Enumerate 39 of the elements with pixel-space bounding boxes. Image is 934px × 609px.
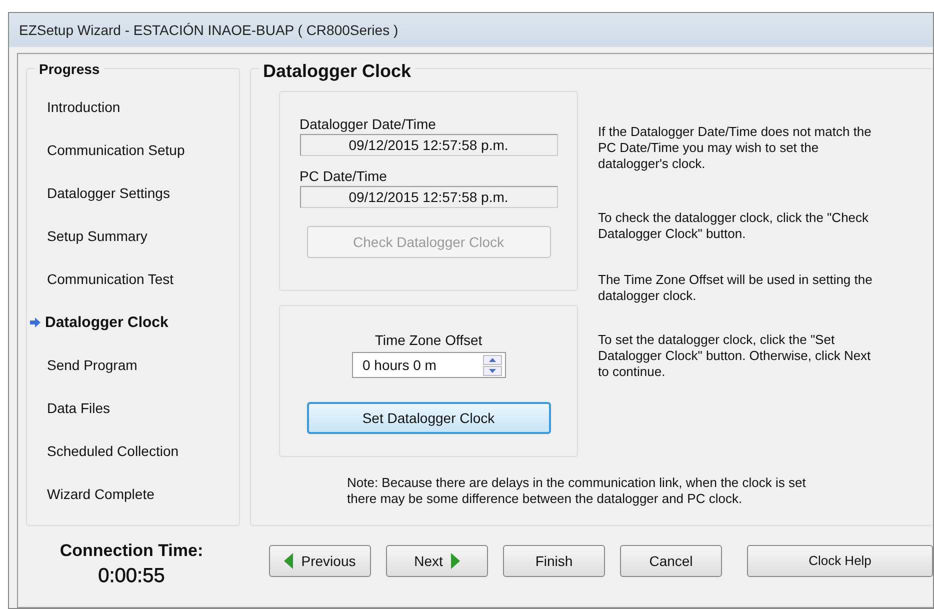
field-label: Datalogger Date/Time [300, 116, 437, 132]
progress-step[interactable]: Data Files [27, 400, 239, 443]
help-text: The Time Zone Offset will be used in setting the datalogger clock. [598, 272, 874, 304]
spin-up-button[interactable] [482, 354, 502, 364]
help-text: To set the datalogger clock, click the "Set Datalogger Clock" button. Otherwise, click Next to continue. [598, 332, 872, 380]
progress-step[interactable]: Introduction [27, 99, 239, 142]
progress-step[interactable]: Wizard Complete [27, 486, 239, 529]
help-text: If the Datalogger Date/Time does not match the PC Date/Time you may wish to set the datalogger's clock. [598, 124, 872, 172]
progress-step[interactable]: Datalogger Settings [27, 185, 239, 228]
down-arrow-icon [488, 368, 496, 372]
date-time-field: 09/12/2015 12:57:58 p.m. [300, 186, 558, 208]
field-label: Time Zone Offset [374, 332, 482, 348]
progress-step[interactable]: Send Program [27, 357, 239, 400]
help-text: To check the datalogger clock, click the "Check Datalogger Clock" button. [598, 210, 870, 242]
wizard-button[interactable]: Cancel [620, 545, 722, 577]
date-time-field: 09/12/2015 12:57:58 p.m. [300, 134, 558, 156]
up-arrow-icon [488, 358, 496, 362]
connection-label: Connection Time: [60, 540, 204, 560]
note-text: Note: Because there are delays in the communication link, when the clock is set there may be some difference between the datalogger and PC clock. [347, 475, 807, 507]
wizard-button[interactable]: Finish [503, 545, 605, 577]
left-arrow-icon [284, 553, 294, 569]
help-button[interactable]: Clock Help [747, 545, 933, 577]
progress-step[interactable]: Communication Test [27, 271, 239, 314]
set-clock-button[interactable]: Set Datalogger Clock [306, 402, 550, 434]
progress-step[interactable]: Datalogger Clock [27, 314, 239, 357]
panel-heading: Progress [35, 61, 104, 77]
previous-button[interactable]: Previous [269, 545, 371, 577]
arrow-icon [29, 317, 41, 328]
window-title: EZSetup Wizard - ESTACIÓN INAOE-BUAP ( CR800Series ) [19, 22, 398, 38]
progress-step[interactable]: Setup Summary [27, 228, 239, 271]
page-heading: Datalogger Clock [259, 61, 416, 82]
field-label: PC Date/Time [300, 168, 388, 184]
connection-time: 0:00:55 [98, 564, 165, 588]
progress-step[interactable]: Scheduled Collection [27, 443, 239, 486]
right-arrow-icon [450, 553, 460, 569]
spin-down-button[interactable] [482, 366, 502, 376]
progress-step[interactable]: Communication Setup [27, 142, 239, 185]
spin-field[interactable]: 0 hours 0 m [352, 352, 506, 378]
next-button[interactable]: Next [386, 545, 488, 577]
